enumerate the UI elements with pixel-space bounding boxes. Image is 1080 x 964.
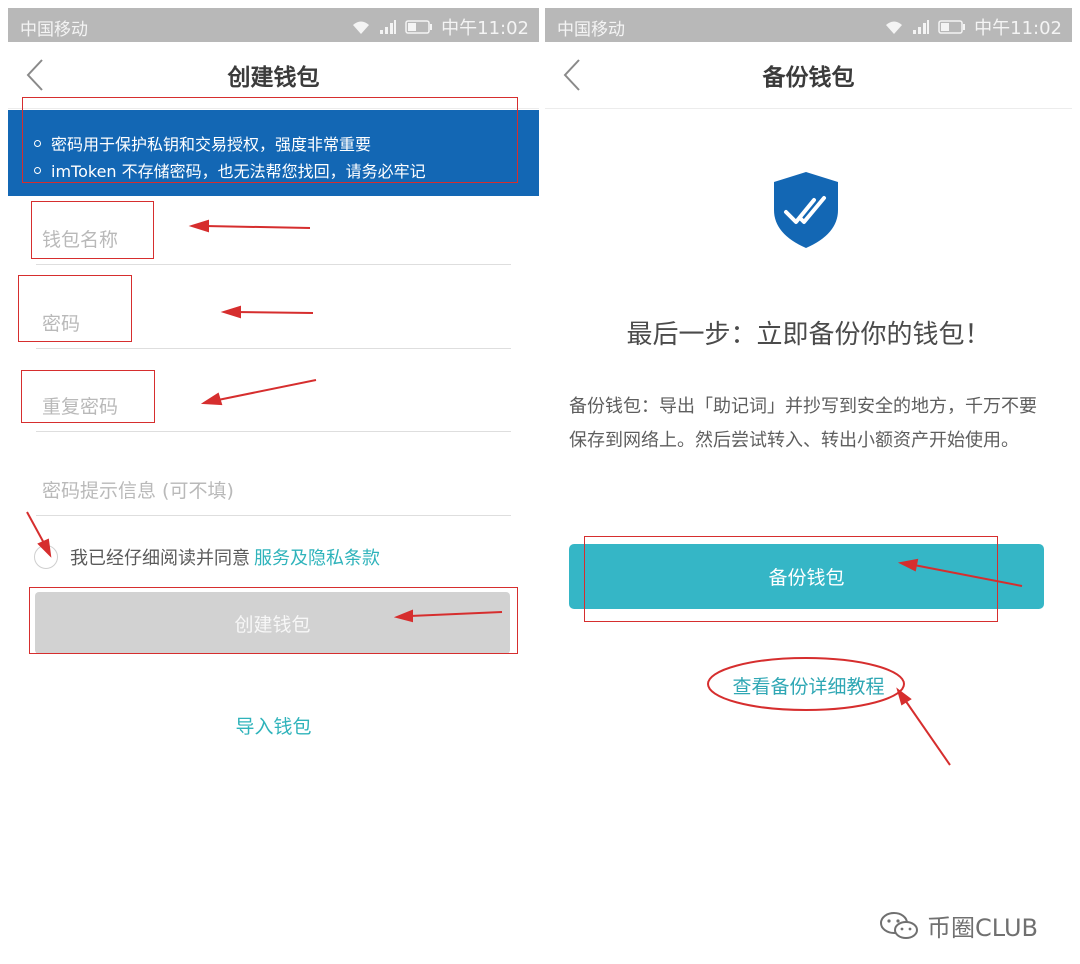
password-field[interactable]: 密码 xyxy=(36,288,511,349)
password-placeholder: 密码 xyxy=(42,313,81,335)
status-icons: 中午11:02 xyxy=(351,14,529,40)
repeat-password-placeholder: 重复密码 xyxy=(42,396,119,418)
signal-icon xyxy=(913,20,930,34)
shield-check-icon xyxy=(774,172,838,248)
terms-link[interactable]: 服务及隐私条款 xyxy=(254,544,380,570)
wifi-icon xyxy=(886,21,903,34)
signal-icon xyxy=(380,20,397,34)
clock: 中午11:02 xyxy=(974,18,1062,39)
notice-line-2: imToken 不存储密码，也无法帮您找回，请务必牢记 xyxy=(34,158,426,182)
nav-bar: 备份钱包 xyxy=(545,42,1072,109)
agree-radio-icon[interactable] xyxy=(34,545,58,569)
password-hint-field[interactable]: 密码提示信息 (可不填) xyxy=(36,455,511,516)
watermark: 币圈CLUB xyxy=(879,908,1038,943)
battery-icon xyxy=(405,20,433,34)
agree-text: 我已经仔细阅读并同意 xyxy=(70,548,250,569)
carrier-label: 中国移动 xyxy=(20,20,88,40)
password-notice-banner: 密码用于保护私钥和交易授权，强度非常重要 imToken 不存储密码，也无法帮您… xyxy=(8,110,539,196)
backup-wallet-screen: 中国移动 中午11:02 备份钱包 最后一步：立即备份你的钱包！ 备份钱包：导出… xyxy=(545,8,1072,956)
import-wallet-link[interactable]: 导入钱包 xyxy=(8,712,539,739)
wallet-name-field[interactable]: 钱包名称 xyxy=(36,204,511,265)
backup-heading: 最后一步：立即备份你的钱包！ xyxy=(626,320,991,350)
notice-text-2: imToken 不存储密码，也无法帮您找回，请务必牢记 xyxy=(51,162,426,181)
status-icons: 中午11:02 xyxy=(884,14,1062,40)
nav-bar: 创建钱包 xyxy=(8,42,539,109)
battery-icon xyxy=(938,20,966,34)
backup-description: 备份钱包：导出「助记词」并抄写到安全的地方，千万不要保存到网络上。然后尝试转入、… xyxy=(569,396,1037,451)
bullet-icon xyxy=(34,166,41,174)
notice-line-1: 密码用于保护私钥和交易授权，强度非常重要 xyxy=(34,131,371,155)
create-wallet-screen: 中国移动 中午11:02 创建钱包 密码用于保护私钥和交易授权，强度非常重要 i… xyxy=(8,8,539,956)
carrier-label: 中国移动 xyxy=(557,20,625,40)
status-bar: 中国移动 中午11:02 xyxy=(545,8,1072,42)
bullet-icon xyxy=(34,139,41,147)
terms-agreement: 我已经仔细阅读并同意 服务及隐私条款 xyxy=(34,544,380,570)
repeat-password-field[interactable]: 重复密码 xyxy=(36,371,511,432)
wechat-icon xyxy=(880,911,919,939)
backup-tutorial-link[interactable]: 查看备份详细教程 xyxy=(545,672,1072,699)
clock: 中午11:02 xyxy=(441,18,529,39)
page-title: 备份钱包 xyxy=(762,65,855,91)
backup-wallet-button[interactable]: 备份钱包 xyxy=(569,544,1044,609)
wifi-icon xyxy=(353,21,370,34)
watermark-text: 币圈CLUB xyxy=(927,914,1038,942)
wallet-name-placeholder: 钱包名称 xyxy=(42,229,119,251)
status-bar: 中国移动 中午11:02 xyxy=(8,8,539,42)
password-hint-placeholder: 密码提示信息 (可不填) xyxy=(42,480,234,502)
create-wallet-button[interactable]: 创建钱包 xyxy=(35,592,510,654)
page-title: 创建钱包 xyxy=(227,65,320,91)
notice-text-1: 密码用于保护私钥和交易授权，强度非常重要 xyxy=(51,135,372,154)
